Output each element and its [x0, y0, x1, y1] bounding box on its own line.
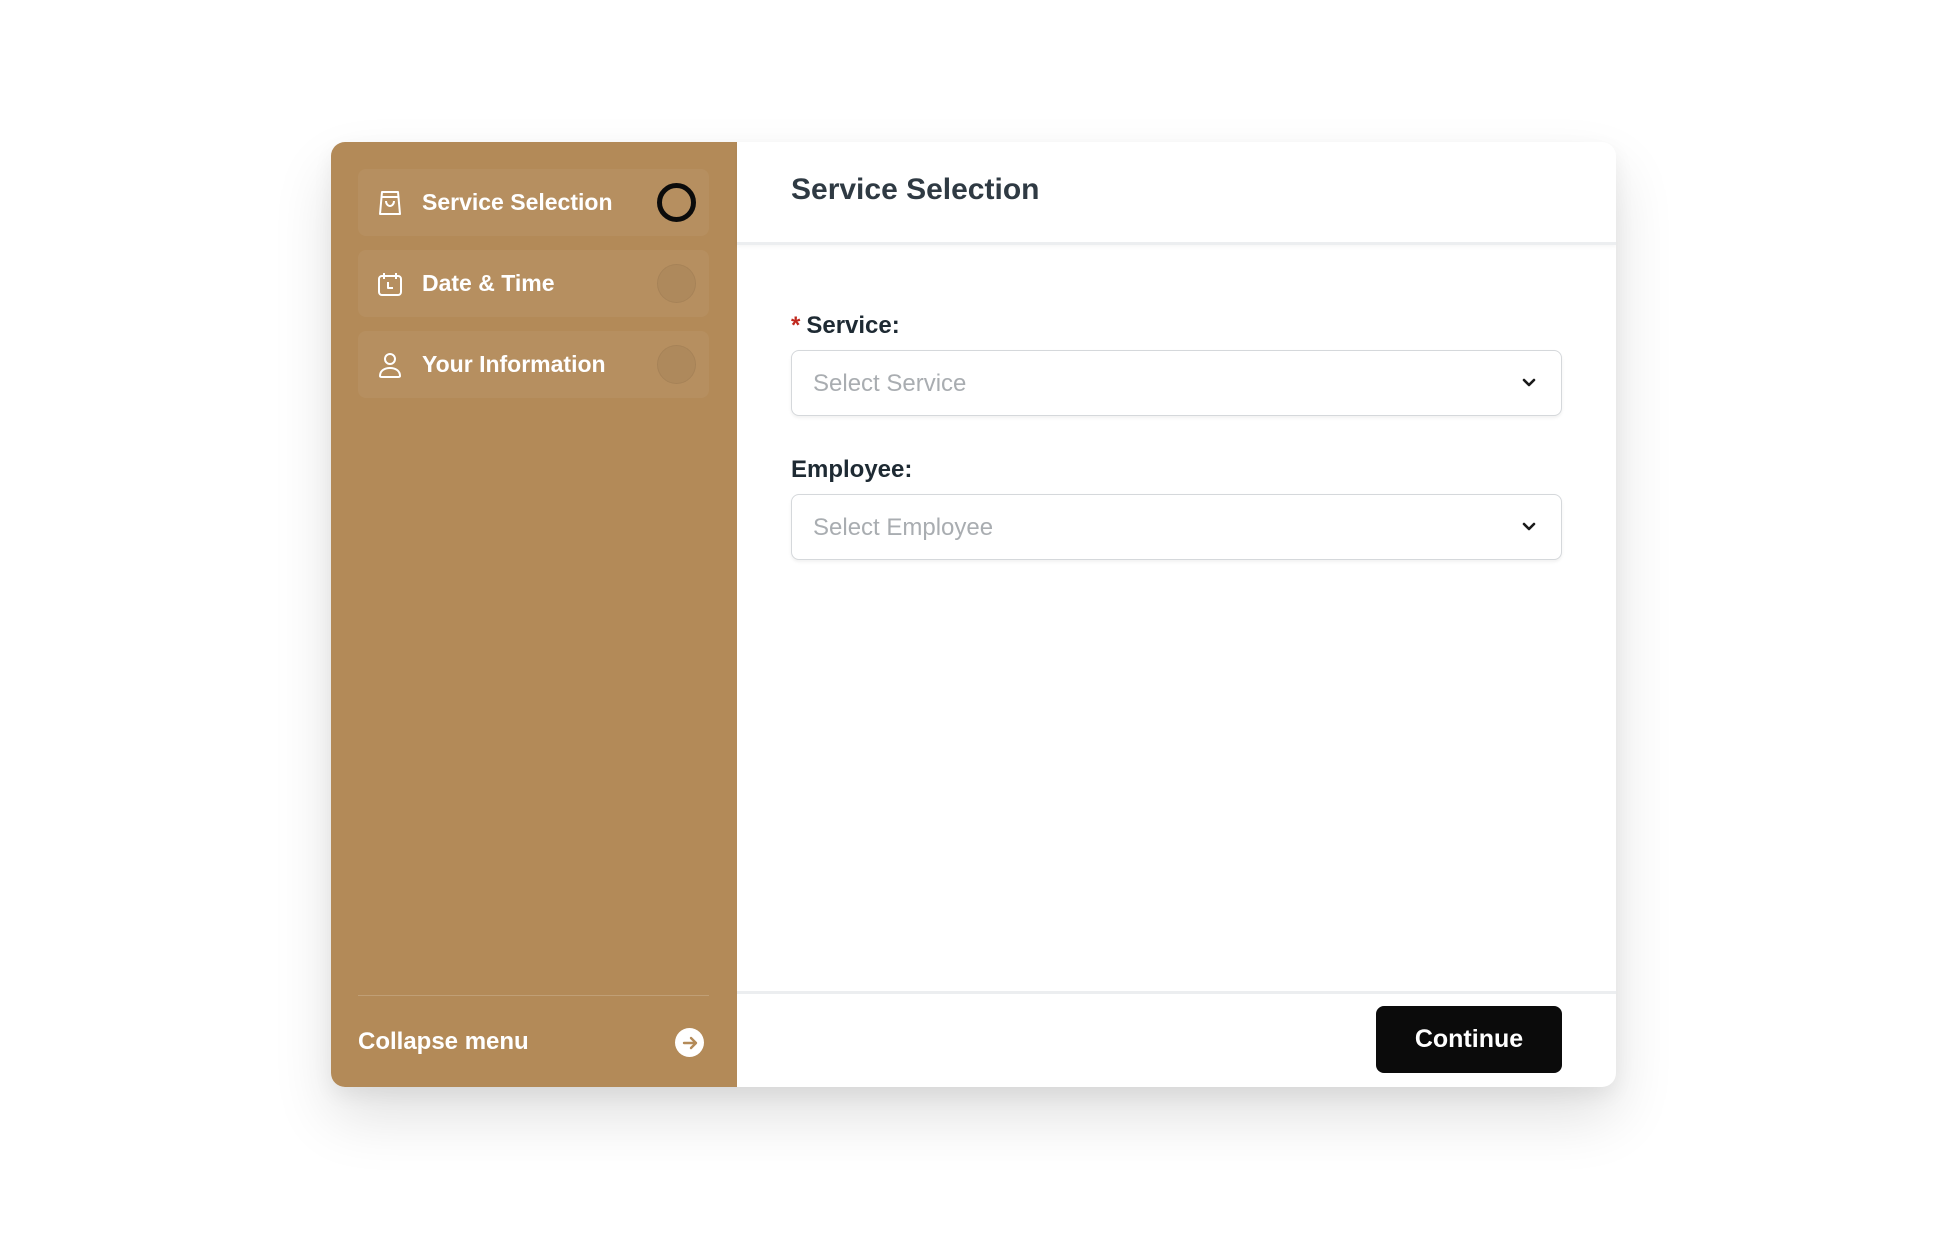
sidebar-item-service-selection[interactable]: Service Selection [358, 169, 709, 236]
continue-button[interactable]: Continue [1376, 1006, 1562, 1073]
step-status-active-indicator [657, 183, 696, 222]
sidebar-divider [358, 995, 709, 996]
collapse-menu-button[interactable]: Collapse menu [358, 1012, 709, 1072]
main-panel: Service Selection * Service: Select Servi… [737, 142, 1616, 1087]
service-label-text: Service: [806, 312, 900, 339]
collapse-menu-label: Collapse menu [358, 1028, 529, 1055]
service-select-placeholder: Select Service [813, 370, 967, 397]
sidebar-item-label: Service Selection [422, 189, 613, 215]
step-status-indicator [657, 264, 696, 303]
service-label: * Service: [791, 312, 900, 340]
chevron-down-icon [1522, 522, 1536, 531]
sidebar-item-label: Date & Time [422, 270, 555, 296]
required-marker: * [791, 312, 801, 339]
sidebar-item-date-time[interactable]: Date & Time [358, 250, 709, 317]
arrow-right-circle-icon[interactable] [675, 1028, 704, 1057]
calendar-icon [376, 270, 404, 298]
step-status-indicator [657, 345, 696, 384]
panel-header: Service Selection [737, 142, 1616, 245]
user-icon [376, 351, 404, 379]
footer-divider [737, 991, 1616, 994]
booking-card: Service Selection Date & Time Your Infor… [331, 142, 1616, 1087]
sidebar-item-your-information[interactable]: Your Information [358, 331, 709, 398]
chevron-down-icon [1522, 378, 1536, 387]
page-title: Service Selection [791, 173, 1040, 206]
sidebar-item-label: Your Information [422, 351, 606, 377]
employee-select-placeholder: Select Employee [813, 514, 994, 541]
shopping-bag-icon [376, 189, 404, 217]
employee-select[interactable]: Select Employee [791, 494, 1562, 560]
employee-label: Employee: [791, 456, 913, 483]
sidebar: Service Selection Date & Time Your Infor… [331, 142, 737, 1087]
service-select[interactable]: Select Service [791, 350, 1562, 416]
